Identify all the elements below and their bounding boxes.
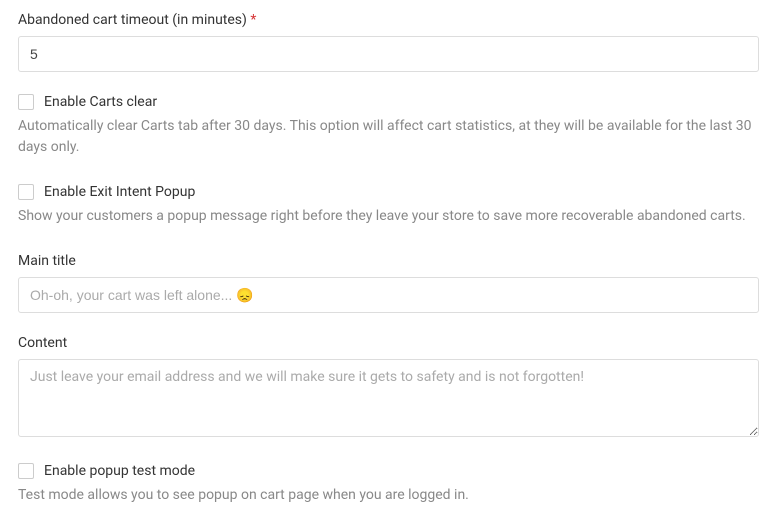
exit-intent-checkbox[interactable] bbox=[18, 184, 34, 200]
main-title-label: Main title bbox=[18, 253, 759, 269]
carts-clear-description: Automatically clear Carts tab after 30 d… bbox=[18, 116, 759, 158]
required-asterisk: * bbox=[250, 12, 256, 28]
test-mode-checkbox[interactable] bbox=[18, 463, 34, 479]
exit-intent-label[interactable]: Enable Exit Intent Popup bbox=[44, 184, 195, 200]
timeout-input[interactable] bbox=[18, 36, 759, 72]
carts-clear-checkbox[interactable] bbox=[18, 94, 34, 110]
test-mode-label[interactable]: Enable popup test mode bbox=[44, 463, 195, 479]
content-label: Content bbox=[18, 335, 759, 351]
test-mode-description: Test mode allows you to see popup on car… bbox=[18, 485, 759, 506]
timeout-label-text: Abandoned cart timeout (in minutes) bbox=[18, 12, 247, 28]
content-textarea[interactable] bbox=[18, 359, 759, 437]
carts-clear-label[interactable]: Enable Carts clear bbox=[44, 94, 157, 110]
timeout-label: Abandoned cart timeout (in minutes) * bbox=[18, 12, 759, 28]
main-title-input[interactable] bbox=[18, 277, 759, 313]
exit-intent-description: Show your customers a popup message righ… bbox=[18, 206, 759, 227]
